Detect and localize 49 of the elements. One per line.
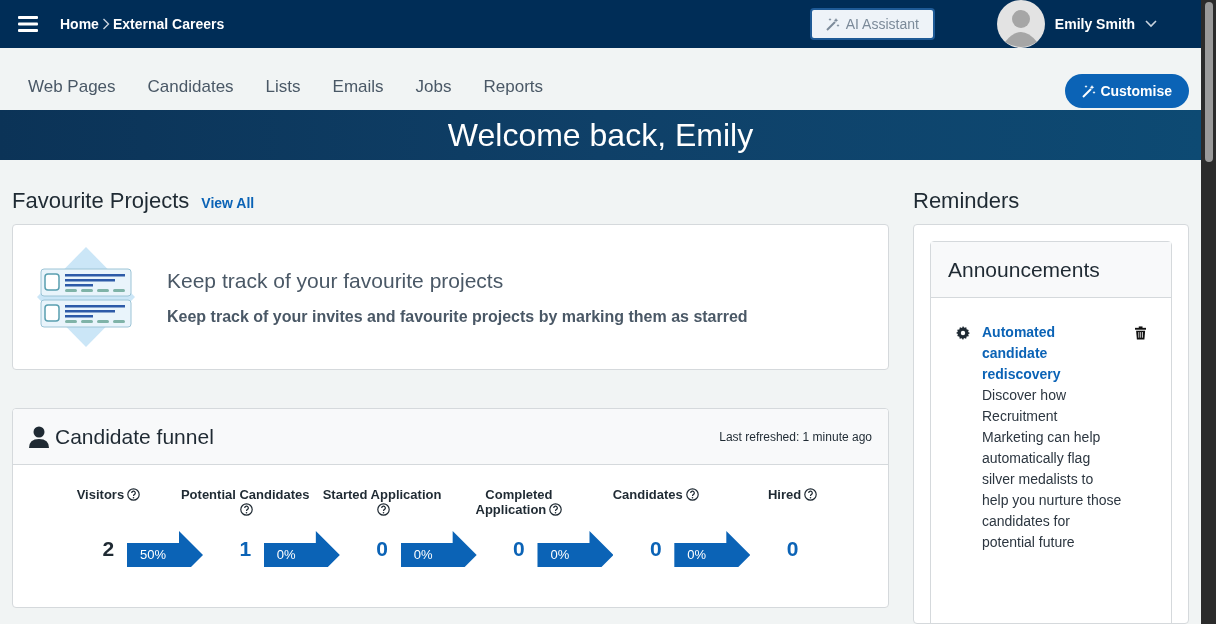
avatar-icon[interactable] [996,0,1045,48]
person-icon [29,425,49,448]
last-refreshed-text: Last refreshed: 1 minute ago [719,428,872,446]
help-icon[interactable] [377,503,391,516]
breadcrumb-link[interactable]: External Careers [112,13,225,35]
stage-label: Potential Candidates [180,487,310,502]
chevron-down-icon[interactable] [1145,20,1157,28]
stage-label: Started Application [322,487,442,502]
stage-count: 2 [102,536,115,562]
stage-count: 0 [786,536,799,562]
stage-count: 1 [239,536,252,562]
help-icon[interactable] [127,488,141,501]
user-name[interactable]: Emily Smith [1054,13,1135,35]
nav-tab[interactable]: Lists [265,74,301,100]
stage-count: 0 [376,536,388,562]
help-icon[interactable] [685,488,699,501]
stage-count: 0 [513,536,525,562]
welcome-heading: Welcome back, Emily [447,116,754,156]
gear-icon [956,326,970,340]
trash-icon[interactable] [1134,326,1146,340]
empty-state-title: Keep track of your favourite projects [167,268,505,295]
nav-tab[interactable]: Reports [483,74,544,100]
nav-tab[interactable]: Emails [332,74,384,100]
breadcrumb-link[interactable]: Home [60,13,99,35]
section-title: Favourite Projects [12,187,190,215]
help-icon[interactable] [549,503,563,516]
stage-label: Completed Application [475,487,553,517]
stage-label: Visitors [76,487,125,502]
stage-count: 0 [649,536,662,562]
stage-label: Hired [767,487,802,502]
customise-button[interactable]: Customise [1065,74,1189,108]
chevron-right-icon [101,18,110,30]
funnel-title: Candidate funnel [55,423,214,450]
help-icon[interactable] [804,488,818,501]
panel-title: Announcements [948,256,1100,283]
scrollbar[interactable] [1201,0,1216,624]
magic-wand-icon [825,17,840,31]
help-icon[interactable] [240,503,254,516]
empty-state-text: Keep track of your invites and favourite projects by marking them as starred [167,306,748,327]
announcement-text: Discover how Recruitment Marketing can help automatically flag silver medalists to help you nurture those candidates for potential future [982,386,1123,552]
magic-wand-icon [1082,84,1097,98]
view-all-link[interactable]: View All [201,193,255,214]
announcement-link[interactable]: Automated candidate rediscovery [982,322,1123,385]
nav-tab[interactable]: Web Pages [28,74,116,100]
section-title: Reminders [913,187,1021,215]
nav-tab[interactable]: Candidates [147,74,234,100]
menu-icon[interactable] [18,16,38,32]
stage-label: Candidates [612,487,683,502]
nav-tab[interactable]: Jobs [415,74,452,100]
